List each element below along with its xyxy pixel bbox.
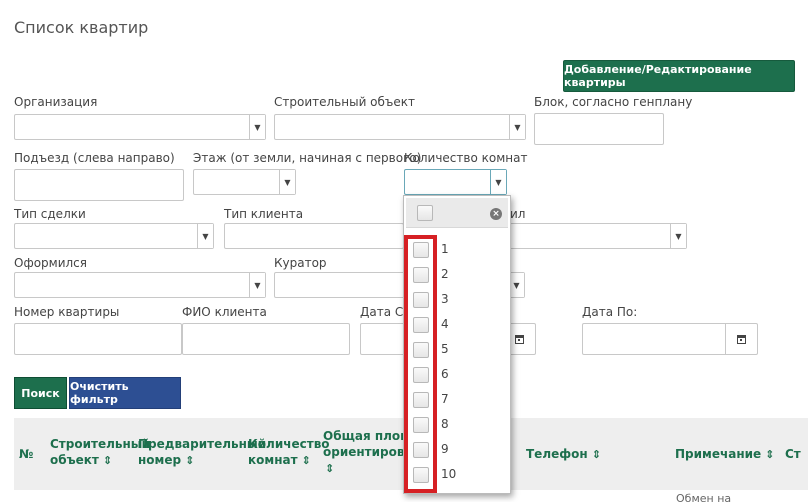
deal-type-select[interactable]: ▼ [14,223,214,249]
building-select[interactable]: ▼ [274,114,526,140]
column-more[interactable]: Ст [785,446,801,462]
sort-icon: ⇕ [591,448,601,461]
rooms-select[interactable]: ▼ [404,169,507,195]
registered-select[interactable]: ▼ [14,272,266,298]
curator-label: Куратор [274,256,327,270]
column-rooms[interactable]: Количество комнат ⇕ [248,436,330,469]
apartment-number-input[interactable] [14,323,182,355]
dropdown-header: × [406,198,508,228]
column-phone[interactable]: Телефон ⇕ [526,446,601,463]
option-label: 3 [441,292,449,306]
chevron-down-icon[interactable]: ▼ [249,115,265,139]
option-label: 7 [441,392,449,406]
column-note[interactable]: Примечание ⇕ [675,446,774,463]
client-name-input[interactable] [182,323,350,355]
block-input[interactable] [534,113,664,145]
calendar-icon [737,334,746,344]
floor-label: Этаж (от земли, начиная с первого) [193,151,422,165]
partial-select[interactable]: ▼ [510,223,687,249]
entrance-label: Подъезд (слева направо) [14,151,175,165]
option-label: 9 [441,442,449,456]
option-label: 4 [441,317,449,331]
date-to-label: Дата По: [582,305,638,319]
column-prelim-number[interactable]: Предварительный номер ⇕ [138,436,266,469]
option-label: 8 [441,417,449,431]
note-cell: Обмен на [676,492,732,502]
highlight-box [404,235,437,493]
sort-icon: ⇕ [765,448,775,461]
option-label: 10 [441,467,457,481]
apartment-number-label: Номер квартиры [14,305,120,319]
deal-type-label: Тип сделки [14,207,86,221]
date-from-label: Дата С: [360,305,408,319]
chevron-down-icon[interactable]: ▼ [490,170,506,194]
column-number[interactable]: № [19,446,33,462]
registered-label: Оформился [14,256,88,270]
search-button[interactable]: Поиск [14,377,67,409]
chevron-down-icon[interactable]: ▼ [279,170,295,194]
column-building[interactable]: Строительный объект ⇕ [50,436,150,469]
clear-filter-button[interactable]: Очистить фильтр [69,377,181,409]
calendar-button[interactable] [725,324,757,354]
organization-label: Организация [14,95,98,109]
sort-icon: ⇕ [325,462,335,475]
option-label: 6 [441,367,449,381]
clear-icon[interactable]: × [490,208,502,220]
client-type-select[interactable] [224,223,404,249]
client-type-label: Тип клиента [224,207,304,221]
chevron-down-icon[interactable]: ▼ [509,115,525,139]
add-edit-apartment-button[interactable]: Добавление/Редактирование квартиры [563,60,795,92]
chevron-down-icon[interactable]: ▼ [197,224,213,248]
option-label: 2 [441,267,449,281]
select-all-checkbox[interactable] [417,205,433,221]
partial-field-label: ил [510,207,526,221]
organization-select[interactable]: ▼ [14,114,266,140]
option-label: 5 [441,342,449,356]
floor-select[interactable]: ▼ [193,169,296,195]
sort-icon: ⇕ [102,454,113,467]
building-label: Строительный объект [274,95,416,109]
sort-icon: ⇕ [301,454,311,467]
sort-icon: ⇕ [185,454,195,467]
column-area[interactable]: Общая площадь ориентировочн ⇕ [323,428,405,477]
date-to-input[interactable] [582,323,758,355]
entrance-input[interactable] [14,169,184,201]
chevron-down-icon[interactable]: ▼ [670,224,686,248]
client-name-label: ФИО клиента [182,305,267,319]
page-title: Список квартир [14,18,149,37]
block-label: Блок, согласно генплану [534,95,693,109]
rooms-label: Количество комнат [404,151,528,165]
option-label: 1 [441,242,449,256]
chevron-down-icon[interactable]: ▼ [249,273,265,297]
calendar-icon [515,334,524,344]
